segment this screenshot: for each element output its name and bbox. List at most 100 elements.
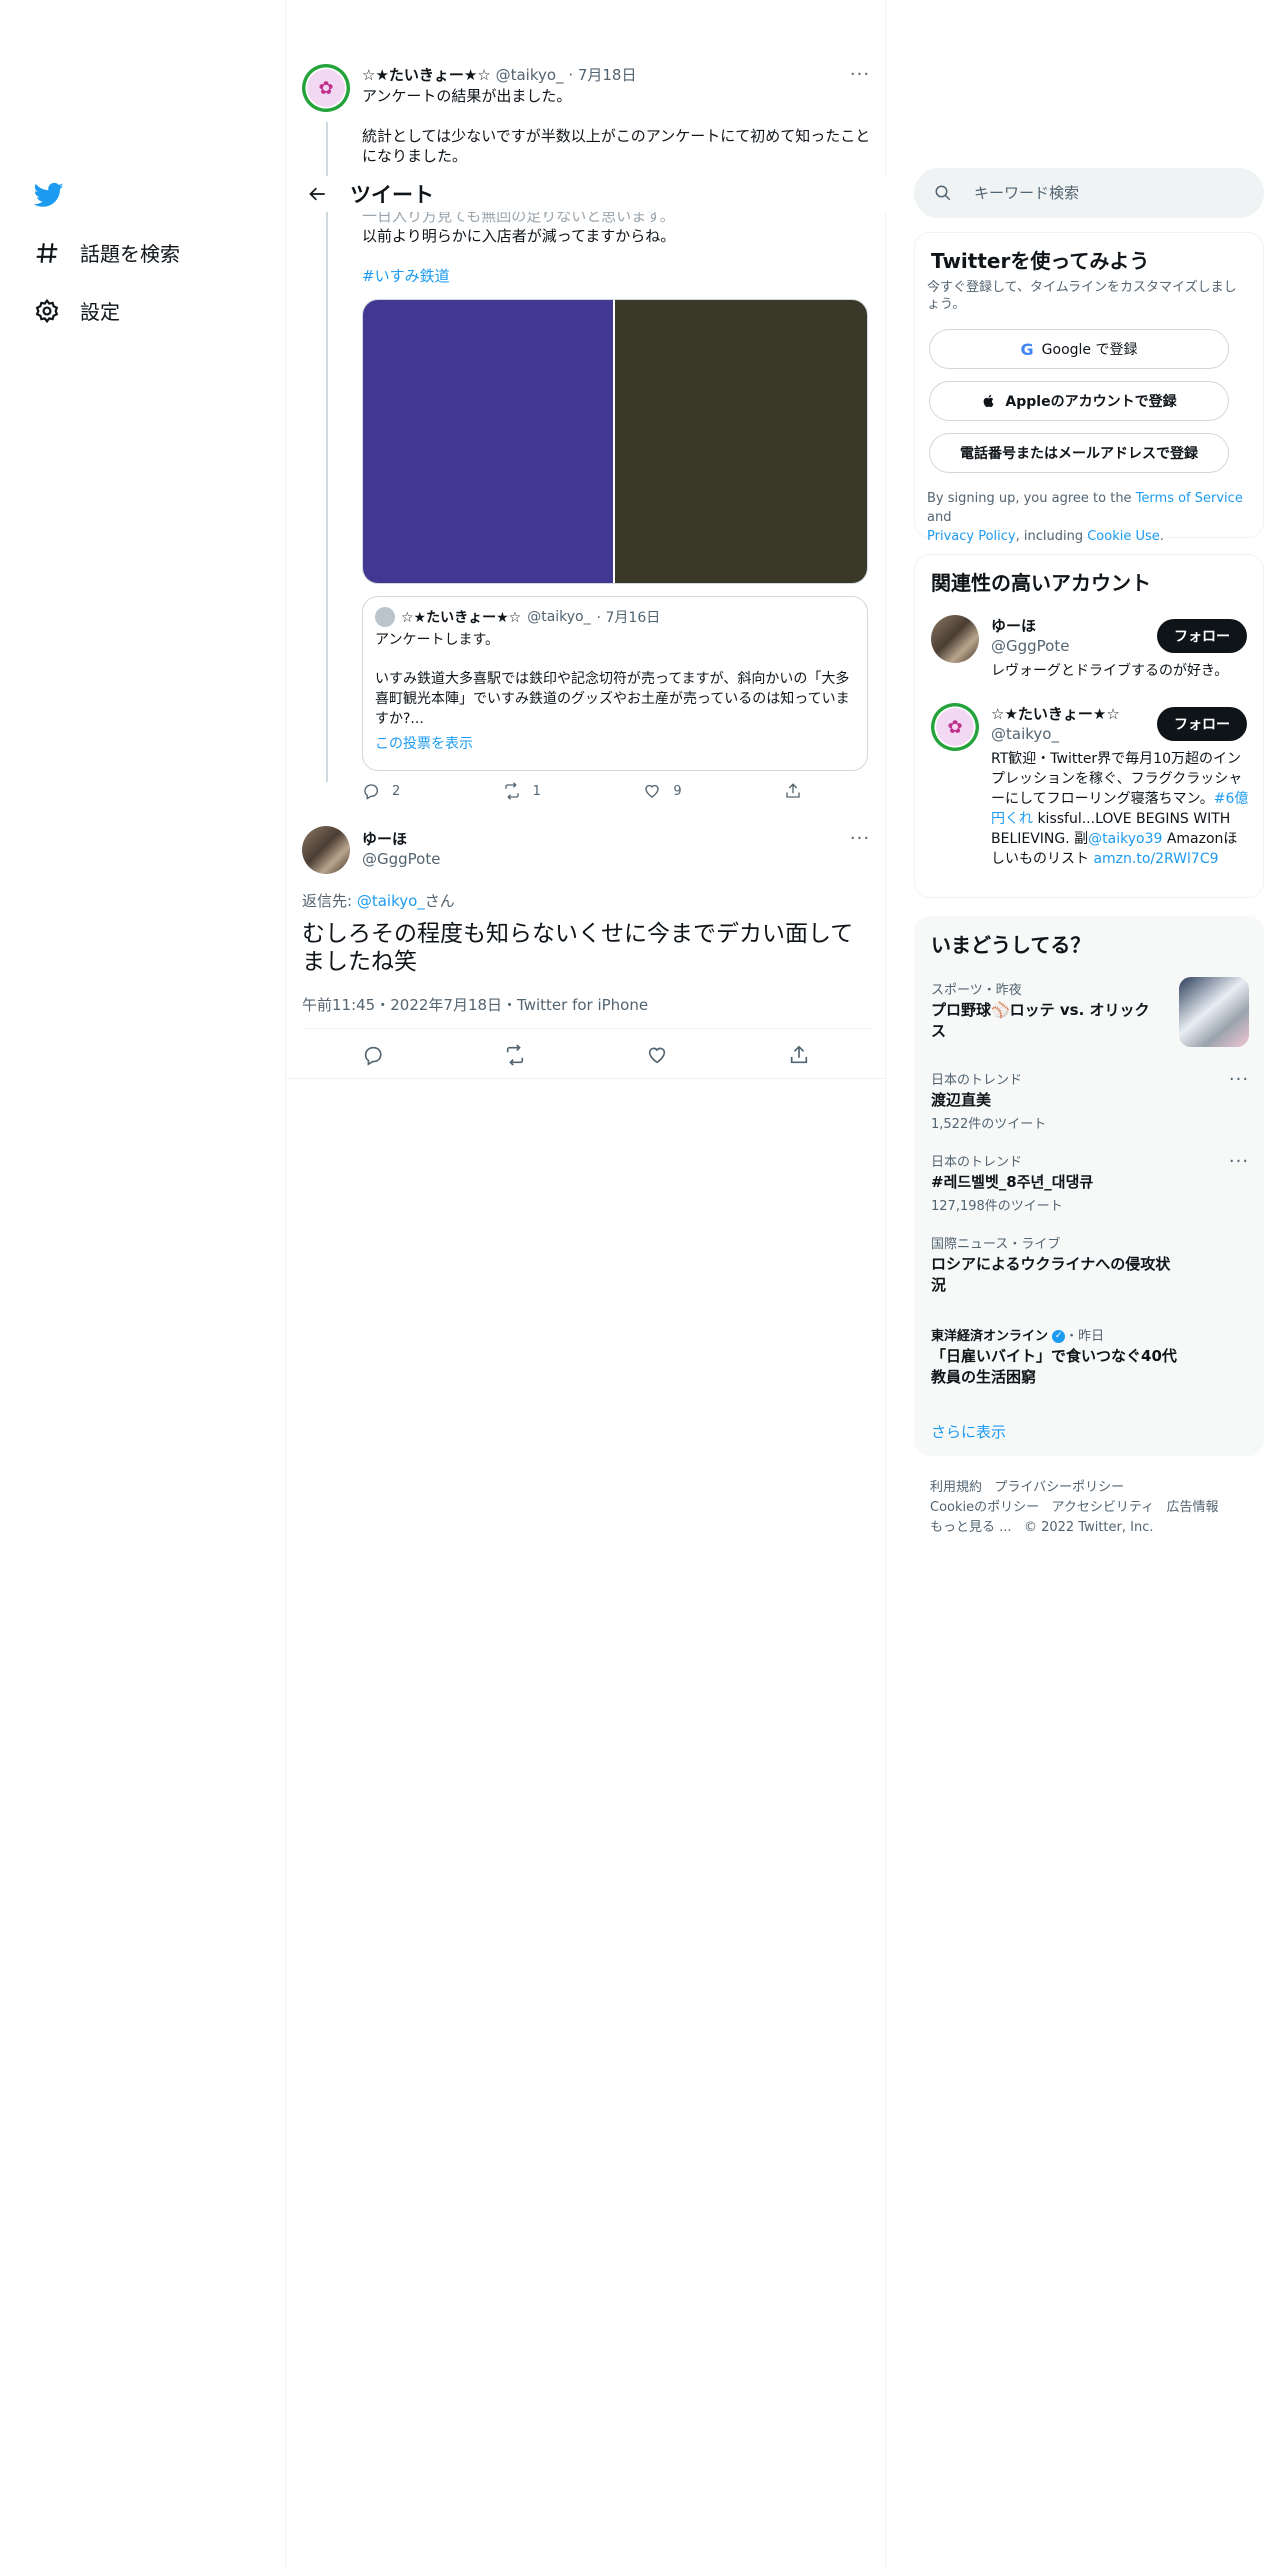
trend-item[interactable]: 日本のトレンド 渡辺直美 1,522件のツイート [931,1069,1251,1132]
search-input[interactable] [974,184,1234,202]
reply-button[interactable] [362,1044,384,1066]
tweet-text-line: アンケートの結果が出ました。 [362,87,572,105]
quote-text-line: いすみ鉄道大多喜駅では鉄印や記念切符が売ってますが、斜向かいの「大多喜町観光本陣… [375,671,850,727]
trend-item[interactable]: 国際ニュース・ライブ ロシアによるウクライナへの侵攻状況 [931,1233,1251,1296]
avatar[interactable]: ✿ [931,703,979,751]
like-count: 9 [673,783,682,799]
footer-more-link[interactable]: もっと見る ... [930,1520,1012,1535]
author-handle[interactable]: @taikyo_ [496,66,564,84]
quote-author-handle: @taikyo_ [527,609,591,625]
search-bar[interactable] [914,168,1264,218]
trends-card: いまどうしてる？ スポーツ・昨夜 プロ野球⚾ロッテ vs. オリックス 日本のト… [914,916,1264,1456]
retweet-icon [504,782,519,800]
cookie-link[interactable]: Cookie Use [1087,529,1160,544]
show-poll-link[interactable]: この投票を表示 [375,733,855,753]
like-button[interactable] [646,1044,668,1066]
tweet-timestamp[interactable]: 午前11:45・2022年7月18日・Twitter for iPhone [302,994,648,1015]
footer-link[interactable]: プライバシーポリシー [994,1480,1124,1495]
tweet-media[interactable] [362,299,868,584]
thread-line [326,122,328,782]
tweet-text-line: 統計としては少ないですが半数以上がこのアンケートにて初めて知ったことになりました… [362,127,871,165]
reply-to-suffix: さん [424,892,455,910]
show-more-link[interactable]: さらに表示 [931,1421,1006,1442]
account-name[interactable]: ☆★たいきょー★☆ [991,703,1120,724]
nav-settings-label: 設定 [80,300,120,324]
gear-icon [35,298,59,323]
back-button[interactable] [292,176,344,212]
google-signup-button[interactable]: G Google で登録 [929,329,1229,369]
heart-icon [645,784,659,798]
footer-link[interactable]: Cookieのポリシー [930,1500,1039,1515]
bio-link[interactable]: @taikyo39 [1088,831,1162,847]
page-header: ツイート [286,176,886,212]
source-name: 東洋経済オンライン [931,1329,1049,1344]
reply-icon [364,784,378,800]
avatar[interactable] [302,826,350,874]
tweet-text-line: 以前より明らかに入店者が減ってますからね。 [362,227,676,245]
copyright: © 2022 Twitter, Inc. [1023,1520,1154,1535]
more-options-icon[interactable]: ··· [848,64,872,85]
phone-email-signup-button[interactable]: 電話番号またはメールアドレスで登録 [929,433,1229,473]
footer-link[interactable]: 広告情報 [1167,1500,1219,1515]
avatar[interactable] [931,615,979,663]
footer-link[interactable]: 利用規約 [930,1480,982,1495]
terms-link[interactable]: Terms of Service [1136,491,1243,506]
reply-icon [364,1046,382,1066]
divider [286,1078,886,1079]
apple-signup-button[interactable]: Appleのアカウントで登録 [929,381,1229,421]
trend-thumbnail[interactable] [1179,977,1249,1047]
quoted-tweet[interactable]: ☆★たいきょー★☆ @taikyo_ · 7月16日 アンケートします。 いすみ… [362,596,868,771]
account-handle[interactable]: @taikyo_ [991,725,1059,743]
apple-icon [984,394,994,408]
nav-explore-label: 話題を検索 [80,242,180,266]
retweet-button[interactable]: 1 [503,782,541,800]
media-image[interactable] [363,300,615,583]
app-root: 話題を検索 設定 ✿ ☆★たいきょー★☆ @taikyo_ · 7月18日 ··… [0,0,1284,2568]
avatar [375,607,395,627]
retweet-button[interactable] [504,1044,526,1066]
signup-card: Twitterを使ってみよう 今すぐ登録して、タイムラインをカスタマイズしましょ… [914,232,1264,544]
nav-explore[interactable]: 話題を検索 [34,238,180,267]
retweet-icon [506,1044,524,1066]
google-icon: G [1020,339,1034,359]
signup-terms: By signing up, you agree to the Terms of… [927,491,1243,544]
follow-button[interactable]: フォロー [1157,619,1247,653]
tweet-column: ✿ ☆★たいきょー★☆ @taikyo_ · 7月18日 ··· アンケートの結… [286,0,886,1080]
trend-item[interactable]: 東洋経済オンライン ✓ ・昨日 「日雇いバイト」で食いつなぐ40代教員の生活困窮 [931,1325,1251,1388]
share-icon [790,1045,808,1064]
arrow-left-icon [309,187,325,201]
page-title: ツイート [350,183,434,207]
more-options-icon[interactable]: ··· [848,828,872,849]
related-accounts-card: 関連性の高いアカウント ゆーほ @GggPote フォロー レヴォーグとドライブ… [914,554,1264,898]
more-options-icon[interactable]: ··· [1227,1151,1251,1172]
signup-subtitle: 今すぐ登録して、タイムラインをカスタマイズしましょう。 [927,280,1237,312]
author-name[interactable]: ゆーほ [362,828,407,849]
media-image[interactable] [615,300,867,583]
share-button[interactable] [788,1044,810,1066]
twitter-logo-icon[interactable] [33,180,64,210]
footer-links: 利用規約 プライバシーポリシー [930,1476,1124,1495]
quote-author-name: ☆★たいきょー★☆ [401,610,522,626]
author-handle[interactable]: @GggPote [362,850,440,868]
quote-date: · 7月16日 [596,610,661,626]
hashtag-link[interactable]: #いすみ鉄道 [362,266,872,286]
like-button[interactable]: 9 [643,782,682,800]
account-name[interactable]: ゆーほ [991,615,1036,636]
trend-item[interactable]: 日本のトレンド #레드벨벳_8주년_대댕큐 127,198件のツイート [931,1151,1251,1214]
more-options-icon[interactable]: ··· [1227,1069,1251,1090]
footer-link[interactable]: アクセシビリティ [1052,1500,1155,1515]
avatar[interactable]: ✿ [302,64,350,112]
account-handle[interactable]: @GggPote [991,637,1069,655]
reply-button[interactable]: 2 [362,782,400,800]
bio-link[interactable]: amzn.to/2RWl7C9 [1093,851,1218,867]
account-bio: RT歓迎・Twitter界で毎月10万超のインプレッションを稼ぐ、フラグクラッシ… [991,751,1249,867]
reply-to-handle[interactable]: @taikyo_ [357,892,425,910]
tweet-date[interactable]: · 7月18日 [568,66,636,84]
author-name[interactable]: ☆★たいきょー★☆ [362,66,491,84]
nav-settings[interactable]: 設定 [34,296,120,325]
follow-button[interactable]: フォロー [1157,707,1247,741]
signup-title: Twitterを使ってみよう [931,249,1150,273]
heart-icon [648,1047,666,1064]
privacy-link[interactable]: Privacy Policy [927,529,1016,544]
share-button[interactable] [784,782,802,800]
